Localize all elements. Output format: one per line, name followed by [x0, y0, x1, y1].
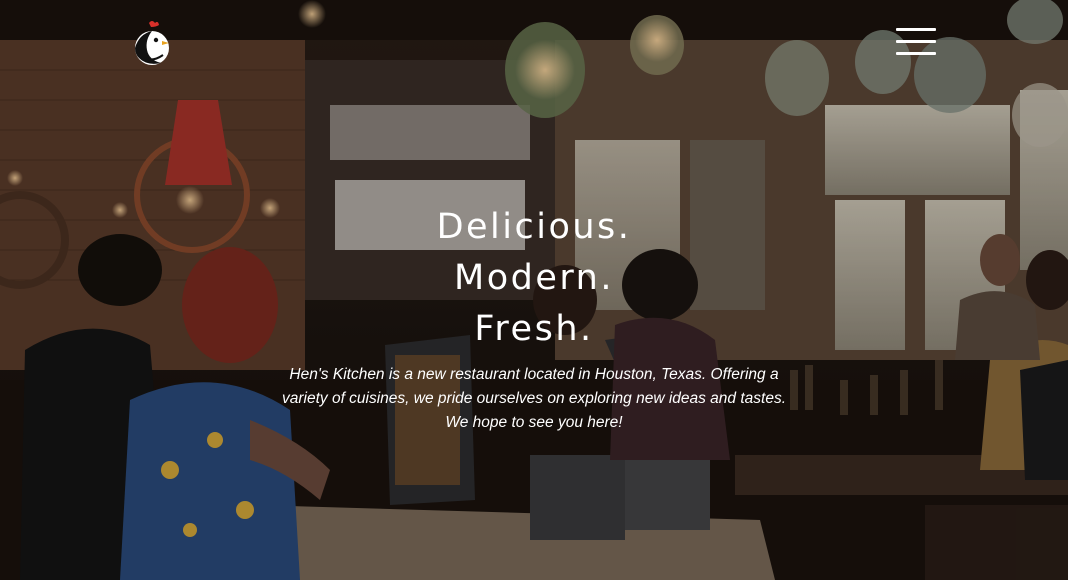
headline-line-1: Delicious. [436, 207, 632, 247]
hero-section: Delicious. Modern. Fresh. Hen's Kitchen … [0, 0, 1068, 580]
hero-headline: Delicious. Modern. Fresh. [334, 202, 734, 355]
hero-intro-text: Hen's Kitchen is a new restaurant locate… [270, 363, 798, 435]
intro-line-1: Hen's Kitchen is a new restaurant locate… [289, 366, 779, 383]
hen-logo-icon[interactable] [131, 20, 173, 68]
intro-line-2: variety of cuisines, we pride ourselves … [281, 390, 787, 407]
headline-line-3: Fresh. [474, 309, 594, 349]
headline-line-2: Modern. [454, 258, 614, 298]
intro-line-3: We hope to see you here! [445, 414, 623, 431]
hamburger-menu-icon[interactable] [896, 26, 936, 58]
